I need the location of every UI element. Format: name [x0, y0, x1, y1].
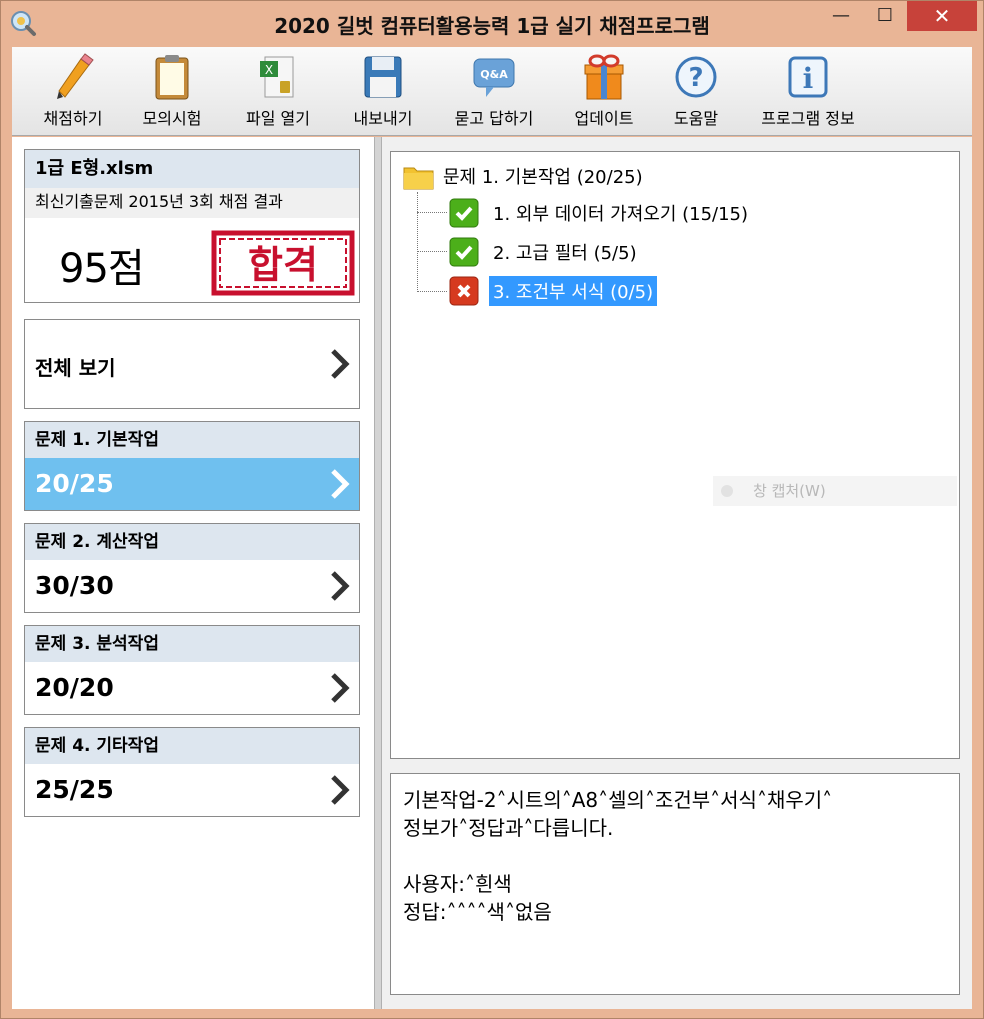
tree-connector [417, 291, 447, 292]
section-4-title: 문제 4. 기타작업 [25, 728, 359, 764]
minimize-button[interactable]: — [819, 1, 863, 31]
svg-text:i: i [803, 62, 814, 95]
gift-icon [584, 54, 624, 100]
maximize-button[interactable]: ☐ [863, 1, 907, 31]
grade-label: 채점하기 [43, 109, 103, 128]
info-icon: i [788, 56, 828, 98]
toolbar: 채점하기 모의시험 X 파일 열기 내보내기 Q&A 묻고 답하기 업데이트 ?… [12, 47, 972, 136]
title-bar: 2020 길벗 컴퓨터활용능력 1급 실기 채점프로그램 — ☐ ✕ [1, 1, 983, 45]
grade-button[interactable]: 채점하기 [28, 53, 118, 133]
check-icon [449, 198, 479, 228]
chevron-right-icon [331, 775, 350, 805]
help-icon: ? [675, 56, 717, 98]
check-icon [449, 237, 479, 267]
chevron-right-icon [331, 349, 350, 379]
program-info-label: 프로그램 정보 [761, 109, 855, 128]
tree-connector [417, 192, 418, 292]
svg-text:?: ? [688, 63, 703, 93]
capture-icon [721, 485, 733, 497]
result-filename: 1급 E형.xlsm [25, 150, 359, 188]
detail-line-1: 기본작업-2˄시트의˄A8˄셀의˄조건부˄서식˄채우기˄ [403, 788, 833, 812]
open-file-label: 파일 열기 [246, 109, 310, 128]
update-button[interactable]: 업데이트 [562, 53, 646, 133]
window-capture-ghost: 창 캡처(W) [713, 476, 957, 506]
program-info-button[interactable]: i 프로그램 정보 [748, 53, 868, 133]
splitter[interactable] [374, 137, 382, 1009]
mock-exam-button[interactable]: 모의시험 [128, 53, 216, 133]
qa-button[interactable]: Q&A 묻고 답하기 [442, 53, 546, 133]
mock-exam-label: 모의시험 [142, 109, 202, 128]
qa-label: 묻고 답하기 [454, 109, 534, 128]
left-panel: 1급 E형.xlsm 최신기출문제 2015년 3회 채점 결과 95점 합격 … [12, 137, 374, 1009]
x-icon [449, 276, 479, 306]
floppy-disk-icon [364, 56, 402, 98]
section-2-card[interactable]: 문제 2. 계산작업 30/30 [24, 523, 360, 613]
excel-file-icon: X [260, 56, 294, 98]
export-button[interactable]: 내보내기 [340, 53, 426, 133]
detail-line-4: 정답:˄˄˄˄색˄없음 [403, 900, 552, 924]
section-3-title: 문제 3. 분석작업 [25, 626, 359, 662]
app-window: 2020 길벗 컴퓨터활용능력 1급 실기 채점프로그램 — ☐ ✕ 채점하기 … [0, 0, 984, 1019]
tree-item-label: 1. 외부 데이터 가져오기 (15/15) [493, 204, 749, 225]
result-tree: 문제 1. 기본작업 (20/25) 1. 외부 데이터 가져오기 (15/15… [390, 151, 960, 759]
svg-text:X: X [265, 63, 273, 77]
section-4-score: 25/25 [35, 775, 114, 804]
section-4-card[interactable]: 문제 4. 기타작업 25/25 [24, 727, 360, 817]
help-label: 도움말 [673, 109, 719, 128]
update-label: 업데이트 [574, 109, 634, 128]
folder-icon [403, 167, 434, 190]
detail-line-2: 정보가˄정답과˄다릅니다. [403, 816, 614, 840]
stamp-text: 합격 [248, 243, 318, 287]
detail-line-3: 사용자:˄흰색 [403, 872, 512, 896]
result-subtitle: 최신기출문제 2015년 3회 채점 결과 [25, 188, 359, 218]
pencil-icon [57, 53, 94, 99]
ghost-label: 창 캡처(W) [753, 482, 826, 500]
pass-stamp: 합격 [211, 230, 355, 296]
tree-connector [417, 212, 447, 213]
chevron-right-icon [331, 571, 350, 601]
section-3-score: 20/20 [35, 673, 114, 702]
detail-text-box: 기본작업-2˄시트의˄A8˄셀의˄조건부˄서식˄채우기˄ 정보가˄정답과˄다릅니… [390, 773, 960, 995]
right-panel: 문제 1. 기본작업 (20/25) 1. 외부 데이터 가져오기 (15/15… [382, 137, 972, 1009]
total-score: 95점 [59, 246, 145, 292]
close-button[interactable]: ✕ [907, 1, 977, 31]
tree-connector [417, 251, 447, 252]
overview-label: 전체 보기 [35, 356, 116, 380]
help-button[interactable]: ? 도움말 [660, 53, 732, 133]
result-card: 1급 E형.xlsm 최신기출문제 2015년 3회 채점 결과 95점 합격 [24, 149, 360, 303]
chevron-right-icon [331, 673, 350, 703]
overview-button[interactable]: 전체 보기 [24, 319, 360, 409]
tree-item-label: 3. 조건부 서식 (0/5) [489, 276, 658, 306]
section-1-card[interactable]: 문제 1. 기본작업 20/25 [24, 421, 360, 511]
main-content: 1급 E형.xlsm 최신기출문제 2015년 3회 채점 결과 95점 합격 … [12, 137, 972, 1009]
section-3-card[interactable]: 문제 3. 분석작업 20/20 [24, 625, 360, 715]
chevron-right-icon [331, 469, 350, 499]
section-2-title: 문제 2. 계산작업 [25, 524, 359, 560]
svg-text:Q&A: Q&A [480, 68, 508, 81]
tree-item-label: 2. 고급 필터 (5/5) [493, 243, 637, 264]
qa-bubble-icon: Q&A [473, 58, 515, 97]
open-file-button[interactable]: X 파일 열기 [232, 53, 324, 133]
section-1-title: 문제 1. 기본작업 [25, 422, 359, 458]
tree-root-label: 문제 1. 기본작업 (20/25) [443, 167, 643, 188]
section-2-score: 30/30 [35, 571, 114, 600]
section-1-score: 20/25 [25, 458, 359, 510]
export-label: 내보내기 [353, 109, 413, 128]
clipboard-icon [155, 55, 189, 100]
